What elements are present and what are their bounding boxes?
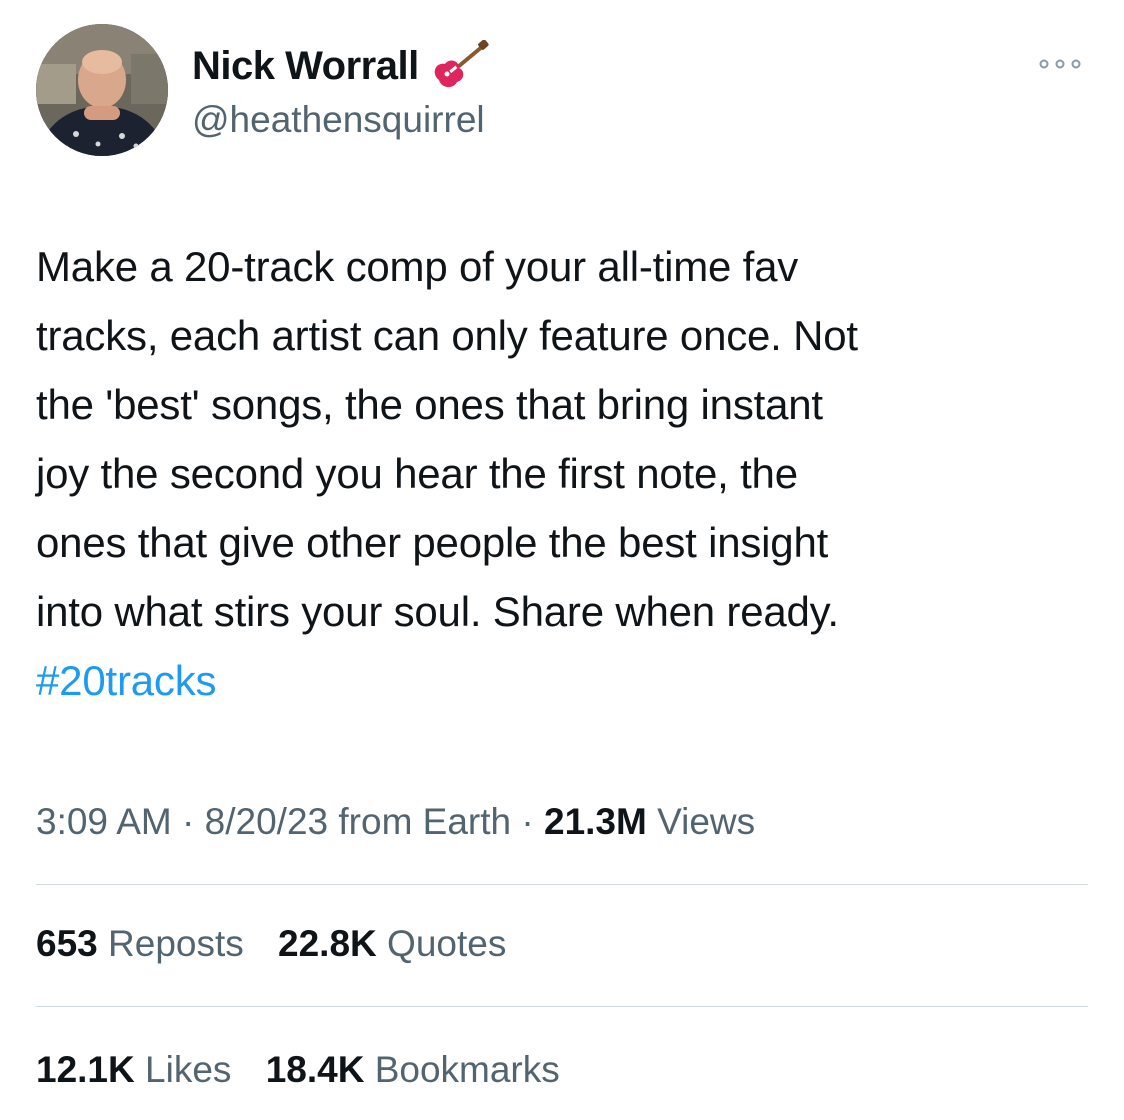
tweet-text-line: Make a 20-track comp of your all-time fa… — [36, 243, 799, 290]
more-options-icon[interactable] — [1036, 54, 1084, 74]
stats-row-engagement: 653 Reposts 22.8K Quotes — [36, 918, 530, 970]
tweet-text-line: tracks, each artist can only feature onc… — [36, 312, 858, 359]
avatar[interactable] — [36, 24, 168, 156]
meta-separator: · — [511, 801, 544, 842]
quotes-count: 22.8K — [278, 923, 377, 964]
views-count[interactable]: 21.3M — [544, 801, 647, 842]
stats-row-reactions: 12.1K Likes 18.4K Bookmarks — [36, 1044, 584, 1096]
likes-count: 12.1K — [36, 1049, 135, 1090]
meta-separator: · — [171, 801, 205, 842]
bookmarks-stat[interactable]: 18.4K Bookmarks — [266, 1044, 560, 1096]
divider — [36, 1006, 1088, 1007]
electric-guitar-icon — [429, 39, 489, 92]
bookmarks-label: Bookmarks — [374, 1049, 560, 1090]
author-block: Nick Worrall @heathensquirrel — [192, 39, 489, 146]
display-name[interactable]: Nick Worrall — [192, 40, 419, 92]
tweet-meta: 3:09 AM · 8/20/23 from Earth · 21.3M Vie… — [36, 796, 755, 848]
bookmarks-count: 18.4K — [265, 1049, 365, 1090]
avatar-photo — [36, 24, 168, 156]
user-handle[interactable]: @heathensquirrel — [192, 94, 489, 146]
tweet-time[interactable]: 3:09 AM — [36, 801, 172, 842]
likes-stat[interactable]: 12.1K Likes — [36, 1044, 231, 1096]
tweet-source: from Earth — [328, 801, 512, 842]
quotes-stat[interactable]: 22.8K Quotes — [278, 918, 506, 970]
tweet-text-line: into what stirs your soul. Share when re… — [36, 588, 839, 635]
reposts-count: 653 — [36, 923, 98, 964]
reposts-label: Reposts — [108, 923, 244, 964]
tweet-date[interactable]: 8/20/23 — [205, 801, 328, 842]
likes-label: Likes — [145, 1049, 232, 1090]
tweet-text-line: ones that give other people the best ins… — [36, 519, 829, 566]
quotes-label: Quotes — [387, 923, 507, 964]
views-label[interactable]: Views — [647, 801, 755, 842]
hashtag-link[interactable]: #20tracks — [36, 646, 1096, 715]
divider — [36, 884, 1088, 885]
tweet-text-line: the 'best' songs, the ones that bring in… — [36, 381, 823, 428]
tweet-text: Make a 20-track comp of your all-time fa… — [36, 232, 1096, 715]
display-name-row: Nick Worrall — [192, 39, 489, 92]
reposts-stat[interactable]: 653 Reposts — [36, 918, 244, 970]
tweet-text-line: joy the second you hear the first note, … — [36, 450, 798, 497]
